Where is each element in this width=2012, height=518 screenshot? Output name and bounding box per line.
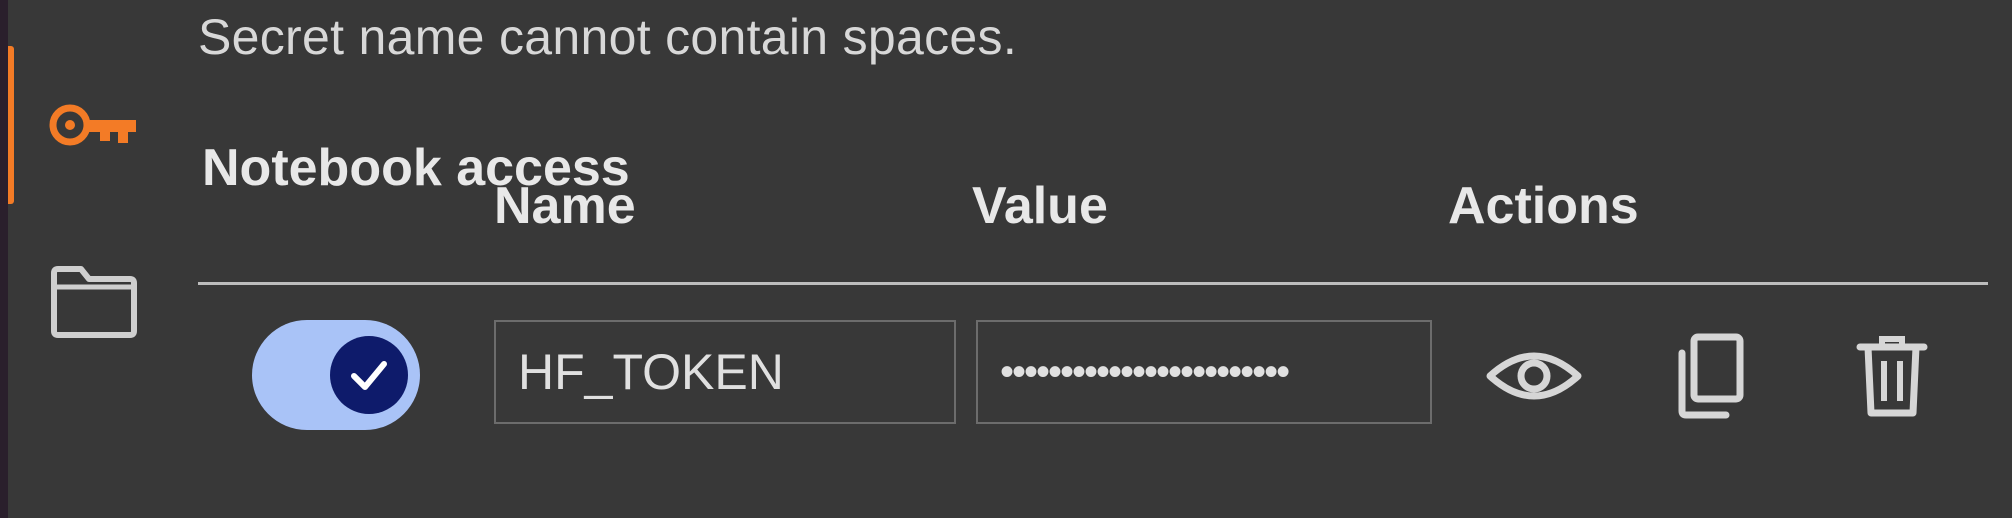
files-tab-button[interactable] bbox=[44, 262, 144, 342]
secrets-tab-button[interactable] bbox=[44, 92, 144, 162]
copy-button[interactable] bbox=[1660, 328, 1760, 424]
eye-icon bbox=[1486, 352, 1582, 400]
header-divider bbox=[198, 282, 1988, 285]
toggle-visibility-button[interactable] bbox=[1484, 328, 1584, 424]
secrets-panel: Secret name cannot contain spaces. Noteb… bbox=[0, 0, 2012, 518]
column-header-value: Value bbox=[972, 177, 1108, 235]
secret-name-input[interactable] bbox=[494, 320, 956, 424]
key-icon bbox=[49, 104, 136, 146]
side-rail bbox=[8, 0, 184, 518]
trash-icon bbox=[1856, 336, 1928, 417]
validation-message: Secret name cannot contain spaces. bbox=[198, 9, 1018, 65]
folder-icon bbox=[51, 266, 137, 338]
toggle-knob bbox=[330, 336, 408, 414]
copy-icon bbox=[1678, 333, 1744, 419]
active-tab-indicator bbox=[8, 46, 14, 204]
column-header-notebook-access: Notebook access bbox=[202, 139, 630, 197]
left-edge bbox=[0, 0, 8, 518]
delete-button[interactable] bbox=[1842, 328, 1942, 424]
notebook-access-toggle[interactable] bbox=[252, 320, 420, 430]
column-header-name: Name bbox=[494, 177, 636, 235]
check-icon bbox=[351, 361, 387, 390]
secret-value-input[interactable] bbox=[976, 320, 1432, 424]
column-header-actions: Actions bbox=[1448, 177, 1639, 235]
